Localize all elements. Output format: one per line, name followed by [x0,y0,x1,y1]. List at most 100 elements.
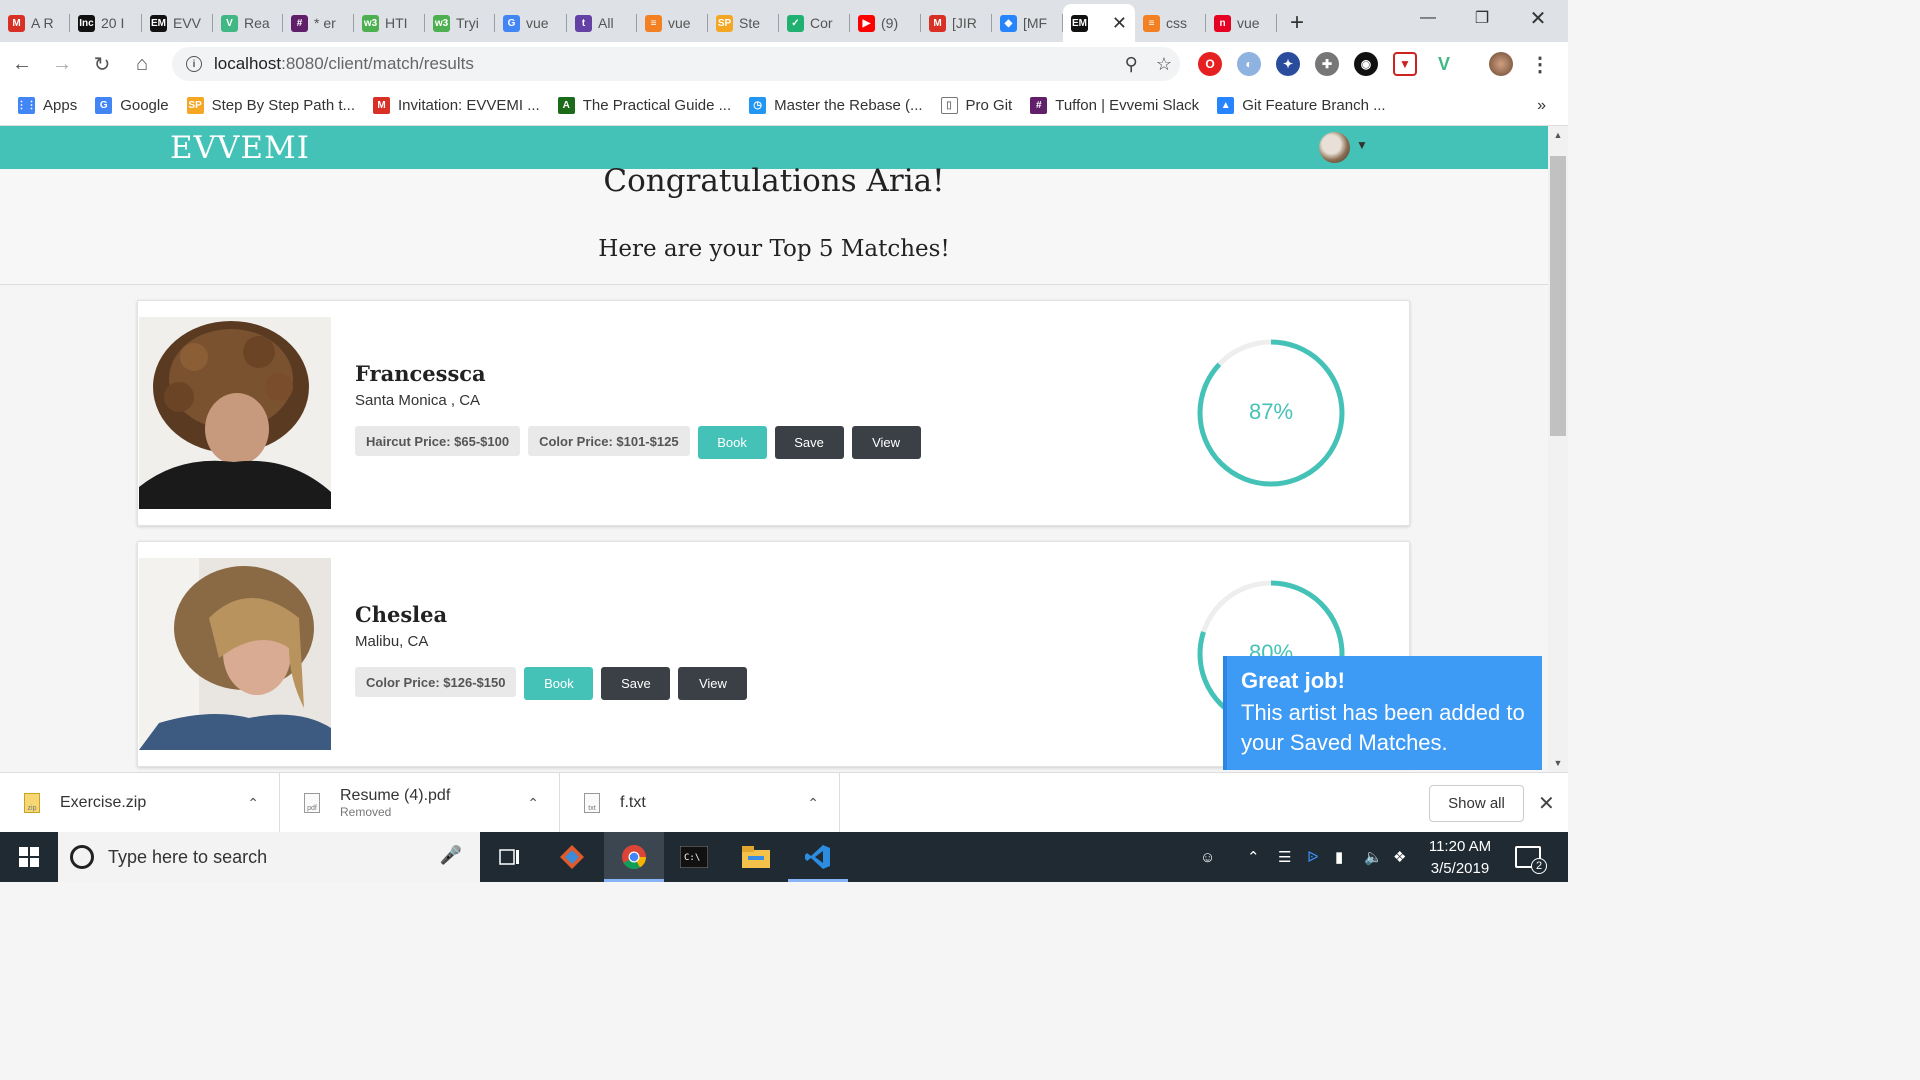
browser-tab[interactable]: n vue [1206,4,1277,42]
bookmark-item[interactable]: ▲ Git Feature Branch ... [1217,97,1386,114]
bookmarks-overflow-button[interactable]: » [1537,86,1546,126]
bookmark-item[interactable]: SP Step By Step Path t... [186,97,355,114]
people-icon[interactable]: ☺ [1200,832,1215,882]
taskbar-search[interactable]: Type here to search 🎤 [58,832,480,882]
windows-start-button[interactable] [0,832,58,882]
home-button[interactable]: ⌂ [124,46,160,82]
extension-icon[interactable]: ◐ [1237,52,1261,76]
close-shelf-icon[interactable]: ✕ [1538,791,1555,816]
browser-tab[interactable]: t All [567,4,637,42]
bookmark-star-icon[interactable]: ☆ [1156,54,1172,75]
git-kraken-icon[interactable] [542,832,602,882]
browser-tab[interactable]: w3 HTI [354,4,425,42]
view-button[interactable]: View [678,667,748,700]
user-avatar[interactable] [1319,132,1350,163]
browser-tab[interactable]: Gvue [495,4,567,42]
chat-extension-icon[interactable]: ◉ [1354,52,1378,76]
browser-tab[interactable]: M [JIR [921,4,992,42]
battery-icon[interactable]: ▮ [1335,832,1343,882]
restore-button[interactable]: ❐ [1456,0,1508,36]
stylist-photo[interactable] [139,558,331,750]
browser-tab[interactable]: EM ✕ [1063,4,1135,42]
terminal-icon[interactable]: C:\ [664,832,724,882]
show-hidden-icons-chevron-icon[interactable]: ⌃ [1247,832,1260,882]
scroll-up-arrow-icon[interactable]: ▲ [1548,126,1568,144]
site-info-icon[interactable]: i [186,56,202,72]
bookmark-item[interactable]: G Google [95,97,169,114]
profile-avatar[interactable] [1489,52,1513,76]
book-button[interactable]: Book [524,667,594,700]
browser-tab[interactable]: ▶ (9) [850,4,921,42]
back-button[interactable]: ← [4,46,40,82]
chevron-up-icon[interactable]: ⌃ [807,795,819,812]
vscode-icon[interactable] [788,832,848,882]
browser-tab[interactable]: ✓ Cor [779,4,850,42]
chevron-up-icon[interactable]: ⌃ [527,795,539,812]
opera-extension-icon[interactable]: O [1198,52,1222,76]
browser-tab[interactable]: SP Ste [708,4,779,42]
save-button[interactable]: Save [601,667,671,700]
minimize-button[interactable]: — [1402,0,1454,36]
stylist-photo[interactable] [139,317,331,509]
stylist-name[interactable]: Francessca [355,361,486,386]
bookmark-item[interactable]: M Invitation: EVVEMI ... [373,97,540,114]
download-item[interactable]: txt f.txt ⌃ [560,772,840,833]
bookmark-item[interactable]: # Tuffon | Evvemi Slack [1030,97,1199,114]
chevron-up-icon[interactable]: ⌃ [247,795,259,812]
browser-tab[interactable]: # * er [283,4,354,42]
url-text[interactable]: localhost:8080/client/match/results [214,54,474,74]
download-item[interactable]: zip Exercise.zip ⌃ [0,772,280,833]
browser-tab[interactable]: ≡ css [1135,4,1206,42]
stylist-name[interactable]: Cheslea [355,602,447,627]
bookmark-item[interactable]: ◷ Master the Rebase (... [749,97,923,114]
window-close-button[interactable]: ✕ [1512,0,1564,36]
browser-tab[interactable]: Inc 20 I [70,4,142,42]
chevron-down-icon[interactable]: ▼ [1356,138,1368,152]
browser-tab[interactable]: MA R [0,4,70,42]
browser-tab[interactable]: ≡ vue [637,4,708,42]
bookmark-item[interactable]: ⋮⋮ Apps [17,97,77,114]
show-all-button[interactable]: Show all [1429,785,1524,822]
wifi-icon[interactable]: ☰ [1278,832,1291,882]
page-scrollbar[interactable]: ▲ ▼ [1548,126,1568,772]
taskbar-clock[interactable]: 11:20 AM 3/5/2019 [1420,836,1500,880]
vue-devtools-icon[interactable]: V [1432,52,1456,76]
saved-toast[interactable]: Great job! This artist has been added to… [1223,656,1542,770]
zoom-icon[interactable]: ⚲ [1125,54,1138,75]
dropbox-icon[interactable]: ❖ [1393,832,1406,882]
puzzle-extension-icon[interactable]: ✚ [1315,52,1339,76]
chrome-taskbar-icon[interactable] [604,832,664,882]
extension-icon[interactable]: ✦ [1276,52,1300,76]
microphone-icon[interactable]: 🎤 [440,845,462,866]
volume-icon[interactable]: 🔈 [1364,832,1383,882]
download-filename: Exercise.zip [60,793,147,811]
view-button[interactable]: View [851,426,921,459]
action-center-icon[interactable]: 2 [1515,832,1547,882]
reload-button[interactable]: ↻ [84,46,120,82]
pocket-extension-icon[interactable]: ▼ [1393,52,1417,76]
bluetooth-icon[interactable]: ᐉ [1307,832,1319,882]
save-button[interactable]: Save [774,426,844,459]
file-explorer-icon[interactable] [726,832,786,882]
forward-button[interactable]: → [44,46,80,82]
tab-label: Rea [244,15,270,31]
scroll-thumb[interactable] [1550,156,1566,436]
bookmark-item[interactable]: ▯ Pro Git [940,97,1013,114]
menu-kebab-icon[interactable]: ⋮ [1528,52,1552,76]
task-view-icon[interactable] [480,832,540,882]
bookmark-label: Pro Git [965,97,1013,114]
bookmark-item[interactable]: A The Practical Guide ... [557,97,731,114]
close-tab-icon[interactable]: ✕ [1112,13,1127,34]
book-button[interactable]: Book [697,426,767,459]
new-tab-button[interactable]: + [1277,4,1317,42]
browser-tab[interactable]: EM EVV [142,4,213,42]
browser-tab[interactable]: V Rea [213,4,283,42]
browser-tab[interactable]: ◆ [MF [992,4,1063,42]
taskbar-search-placeholder: Type here to search [108,846,268,867]
address-bar[interactable]: i localhost:8080/client/match/results ⚲ … [172,47,1180,81]
scroll-down-arrow-icon[interactable]: ▼ [1548,754,1568,772]
evvemi-logo[interactable]: EVVEMI [170,130,310,166]
download-item[interactable]: pdf Resume (4).pdf Removed ⌃ [280,772,560,833]
browser-tab[interactable]: w3 Tryi [425,4,495,42]
match-card: Francessca Santa Monica , CA Haircut Pri… [137,300,1410,526]
